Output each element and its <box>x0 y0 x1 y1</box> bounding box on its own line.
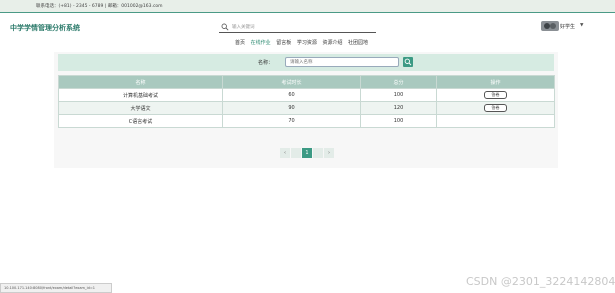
name-input[interactable] <box>290 59 390 66</box>
cell-name: C语言考试 <box>58 114 223 128</box>
filter-bar: 名称： <box>58 54 554 71</box>
column-header-duration: 考试时长 <box>222 75 361 89</box>
avatar[interactable] <box>541 21 559 31</box>
exam-table: 名称 考试时长 总分 操作 计算机基础考试 60 100 答卷 大学语文 90 … <box>58 75 555 128</box>
nav-item-club[interactable]: 社团园地 <box>348 39 368 46</box>
watermark: CSDN @2301_3224142804 <box>466 275 615 288</box>
contact-info: 联系电话：(+81) - 2345 - 6789 | 邮箱：001002@163… <box>36 4 163 9</box>
site-title[interactable]: 中学学情管理分析系统 <box>10 23 80 33</box>
page-button-current[interactable]: 1 <box>302 148 312 158</box>
page-gap <box>291 148 301 158</box>
status-url: 10.100.171.140:8080/front/exam/detail?ex… <box>4 286 96 290</box>
search-input[interactable] <box>232 23 372 31</box>
table-header-row: 名称 考试时长 总分 操作 <box>58 75 555 89</box>
name-field[interactable] <box>285 57 399 67</box>
answer-button[interactable]: 答卷 <box>484 104 507 112</box>
table-row: 计算机基础考试 60 100 答卷 <box>58 88 555 102</box>
cell-action: 答卷 <box>436 88 555 102</box>
nav-item-learning-resources[interactable]: 学习资源 <box>297 39 317 46</box>
nav-item-home[interactable]: 首页 <box>235 39 245 46</box>
cell-action: 答卷 <box>436 101 555 115</box>
filter-label: 名称： <box>258 60 274 66</box>
next-page-button[interactable]: › <box>324 148 334 158</box>
cell-total: 100 <box>360 88 437 102</box>
nav-item-resource-intro[interactable]: 资源介绍 <box>322 39 342 46</box>
page-gap <box>313 148 323 158</box>
chevron-down-icon[interactable]: ▼ <box>580 23 583 28</box>
top-info-bar: 联系电话：(+81) - 2345 - 6789 | 邮箱：001002@163… <box>0 0 615 13</box>
table-row: 大学语文 90 120 答卷 <box>58 101 555 115</box>
cell-name: 大学语文 <box>58 101 223 115</box>
search-button[interactable] <box>403 57 413 67</box>
column-header-action: 操作 <box>436 75 555 89</box>
cell-duration: 70 <box>222 114 361 128</box>
cell-duration: 60 <box>222 88 361 102</box>
cell-duration: 90 <box>222 101 361 115</box>
prev-page-button[interactable]: ‹ <box>280 148 290 158</box>
column-header-total: 总分 <box>360 75 437 89</box>
cell-total: 120 <box>360 101 437 115</box>
username[interactable]: 好学生 <box>560 23 575 30</box>
table-row: C语言考试 70 100 <box>58 114 555 128</box>
nav-item-online-homework[interactable]: 在线作业 <box>251 39 271 46</box>
cell-action <box>436 114 555 128</box>
nav-item-message-board[interactable]: 留言板 <box>276 39 291 46</box>
search-icon[interactable] <box>221 23 229 31</box>
main-nav: 首页 在线作业 留言板 学习资源 资源介绍 社团园地 <box>235 39 372 48</box>
column-header-name: 名称 <box>58 75 223 89</box>
cell-name: 计算机基础考试 <box>58 88 223 102</box>
browser-status-bar: 10.100.171.140:8080/front/exam/detail?ex… <box>0 283 112 293</box>
answer-button[interactable]: 答卷 <box>484 91 507 99</box>
search-box <box>219 22 376 33</box>
cell-total: 100 <box>360 114 437 128</box>
